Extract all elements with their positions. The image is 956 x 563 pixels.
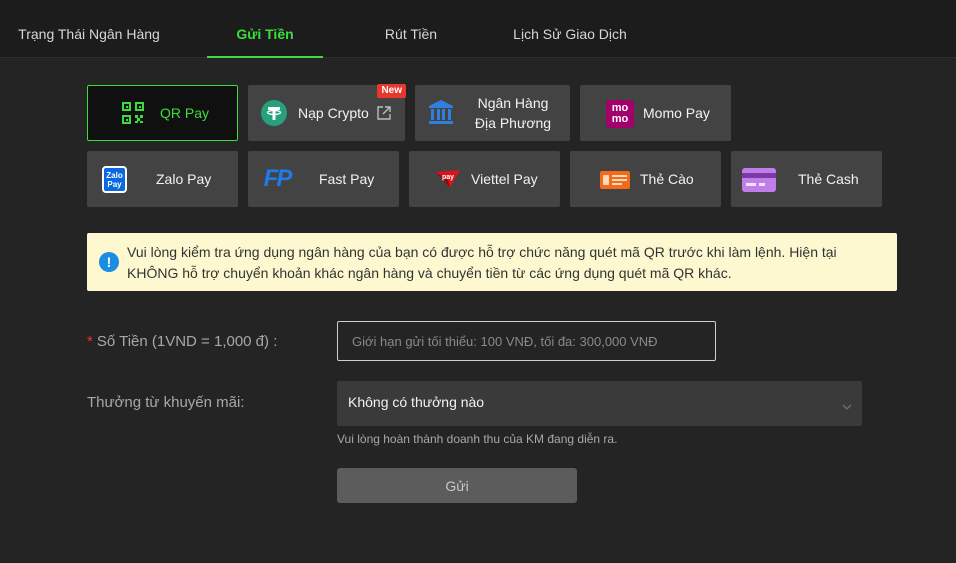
method-the-cao-label: Thẻ Cào — [640, 171, 694, 187]
method-crypto-label: Nạp Crypto — [298, 105, 369, 121]
zalo-icon-text-bottom: Pay — [107, 179, 122, 189]
method-qr-pay-label: QR Pay — [160, 105, 210, 121]
method-fast-pay-label: Fast Pay — [319, 171, 375, 187]
momo-icon: mo mo — [606, 100, 634, 128]
promo-hint: Vui lòng hoàn thành doanh thu của KM đan… — [337, 432, 618, 446]
method-qr-pay[interactable]: QR Pay — [87, 85, 238, 141]
tab-bank-status[interactable]: Trạng Thái Ngân Hàng — [0, 0, 178, 58]
method-local-bank-label-line2: Địa Phương — [474, 115, 552, 131]
new-badge: New — [377, 84, 406, 98]
tab-transaction-history[interactable]: Lịch Sử Giao Dịch — [500, 0, 640, 58]
fastpay-icon: FP — [263, 165, 293, 192]
zalo-icon: Zalo Pay — [102, 166, 127, 193]
chevron-down-icon — [842, 399, 852, 410]
amount-input[interactable] — [337, 321, 716, 361]
cash-card-icon — [741, 167, 777, 193]
qr-code-icon — [122, 102, 144, 124]
method-momo-label: Momo Pay — [643, 105, 710, 121]
promo-label: Thưởng từ khuyến mãi: — [87, 394, 245, 411]
method-local-bank[interactable]: Ngân Hàng Địa Phương — [415, 85, 570, 141]
qr-notice: ! Vui lòng kiểm tra ứng dụng ngân hàng c… — [87, 233, 897, 291]
promo-selected-value: Không có thưởng nào — [348, 394, 485, 410]
zalo-icon-text-top: Zalo — [106, 170, 123, 180]
method-momo[interactable]: mo mo Momo Pay — [580, 85, 731, 141]
method-the-cash-label: Thẻ Cash — [798, 171, 859, 187]
tab-deposit[interactable]: Gửi Tiền — [207, 0, 323, 58]
tab-withdraw[interactable]: Rút Tiền — [360, 0, 462, 58]
promo-select[interactable]: Không có thưởng nào — [337, 381, 862, 426]
tab-bar: Trạng Thái Ngân Hàng Gửi Tiền Rút Tiền L… — [0, 0, 956, 58]
amount-label-text: Số Tiền (1VND = 1,000 đ) : — [96, 333, 278, 350]
bank-icon — [428, 99, 454, 125]
method-viettel-pay[interactable]: pay Viettel Pay — [409, 151, 560, 207]
viettel-icon-text: pay — [441, 173, 455, 181]
method-zalo-pay-label: Zalo Pay — [156, 171, 212, 187]
method-the-cao[interactable]: Thẻ Cào — [570, 151, 721, 207]
method-viettel-pay-label: Viettel Pay — [471, 171, 538, 187]
method-the-cash[interactable]: Thẻ Cash — [731, 151, 882, 207]
amount-label: * Số Tiền (1VND = 1,000 đ) : — [87, 333, 277, 350]
method-local-bank-label-line1: Ngân Hàng — [477, 95, 549, 111]
external-link-icon — [376, 105, 392, 121]
method-zalo-pay[interactable]: Zalo Pay Zalo Pay — [87, 151, 238, 207]
method-crypto[interactable]: New Nạp Crypto — [248, 84, 406, 141]
scratch-card-icon — [599, 169, 631, 191]
momo-icon-text-bottom: mo — [611, 113, 629, 125]
required-mark: * — [87, 333, 93, 350]
submit-button[interactable]: Gửi — [337, 468, 577, 503]
info-icon: ! — [99, 252, 119, 272]
tether-icon — [261, 100, 287, 126]
viettel-icon: pay — [434, 168, 462, 190]
method-fast-pay[interactable]: FP Fast Pay — [248, 151, 399, 207]
qr-notice-text: Vui lòng kiểm tra ứng dụng ngân hàng của… — [127, 244, 837, 281]
